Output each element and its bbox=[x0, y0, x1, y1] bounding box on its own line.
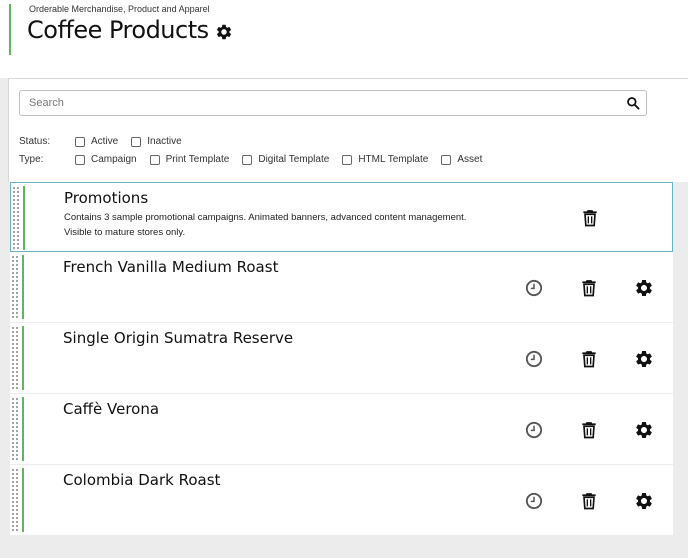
list-item-description-line: Contains 3 sample promotional campaigns.… bbox=[64, 212, 467, 223]
search-icon[interactable] bbox=[626, 96, 640, 110]
row-accent-bar bbox=[22, 255, 24, 319]
type-filter-label: Type: bbox=[19, 154, 44, 165]
list-item-promotions[interactable]: Promotions Contains 3 sample promotional… bbox=[10, 182, 673, 252]
drag-handle-icon[interactable] bbox=[12, 186, 20, 250]
type-option-html-template[interactable]: HTML Template bbox=[342, 154, 428, 165]
trash-icon[interactable] bbox=[579, 491, 599, 511]
gear-icon[interactable] bbox=[215, 23, 233, 41]
search-box bbox=[19, 90, 647, 116]
clock-icon[interactable] bbox=[524, 349, 544, 369]
type-asset-label: Asset bbox=[457, 154, 483, 165]
status-filter-label: Status: bbox=[19, 136, 51, 147]
row-accent-bar bbox=[22, 326, 24, 390]
type-digital-template-checkbox[interactable] bbox=[242, 154, 253, 165]
status-active-label: Active bbox=[91, 136, 119, 147]
status-inactive-checkbox[interactable] bbox=[131, 136, 142, 147]
search-input[interactable] bbox=[20, 91, 620, 115]
gear-icon[interactable] bbox=[634, 420, 654, 440]
type-option-digital-template[interactable]: Digital Template bbox=[242, 154, 329, 165]
status-inactive-label: Inactive bbox=[147, 136, 182, 147]
clock-icon[interactable] bbox=[524, 420, 544, 440]
gear-icon[interactable] bbox=[634, 349, 654, 369]
type-print-template-checkbox[interactable] bbox=[149, 154, 160, 165]
header-accent-bar bbox=[9, 4, 11, 55]
filter-panel: Status: Active Inactive Type: Campaign P… bbox=[8, 78, 688, 182]
gear-icon[interactable] bbox=[634, 278, 654, 298]
drag-handle-icon[interactable] bbox=[11, 326, 19, 390]
type-html-template-label: HTML Template bbox=[358, 154, 429, 165]
status-option-active[interactable]: Active bbox=[75, 136, 118, 147]
status-option-inactive[interactable]: Inactive bbox=[131, 136, 182, 147]
type-print-template-label: Print Template bbox=[165, 154, 230, 165]
list-item-colombia[interactable]: Colombia Dark Roast bbox=[10, 465, 673, 536]
list-item-title: Caffè Verona bbox=[63, 400, 160, 418]
drag-handle-icon[interactable] bbox=[11, 255, 19, 319]
trash-icon[interactable] bbox=[579, 349, 599, 369]
drag-handle-icon[interactable] bbox=[11, 468, 19, 532]
page: Orderable Merchandise, Product and Appar… bbox=[0, 0, 688, 558]
gear-icon[interactable] bbox=[634, 491, 654, 511]
list-item-sumatra[interactable]: Single Origin Sumatra Reserve bbox=[10, 323, 673, 394]
page-title: Coffee Products bbox=[27, 16, 209, 44]
type-option-campaign[interactable]: Campaign bbox=[75, 154, 137, 165]
type-digital-template-label: Digital Template bbox=[258, 154, 330, 165]
status-active-checkbox[interactable] bbox=[75, 136, 85, 147]
list-item-title: French Vanilla Medium Roast bbox=[63, 258, 279, 276]
type-option-print-template[interactable]: Print Template bbox=[149, 154, 230, 165]
list-item-description: Contains 3 sample promotional campaigns.… bbox=[64, 210, 504, 240]
list-item-title: Colombia Dark Roast bbox=[63, 471, 221, 489]
trash-icon[interactable] bbox=[580, 208, 600, 228]
drag-handle-icon[interactable] bbox=[11, 397, 19, 461]
type-filter-row: Type: Campaign Print Template Digital Te… bbox=[19, 154, 495, 165]
type-campaign-label: Campaign bbox=[91, 154, 137, 165]
trash-icon[interactable] bbox=[579, 278, 599, 298]
list-item-title: Promotions bbox=[64, 189, 149, 207]
product-list: Promotions Contains 3 sample promotional… bbox=[10, 182, 673, 536]
type-campaign-checkbox[interactable] bbox=[75, 154, 85, 165]
type-option-asset[interactable]: Asset bbox=[441, 154, 482, 165]
row-accent-bar bbox=[23, 186, 25, 250]
status-filter-row: Status: Active Inactive bbox=[19, 136, 195, 147]
type-asset-checkbox[interactable] bbox=[441, 154, 452, 165]
clock-icon[interactable] bbox=[524, 278, 544, 298]
trash-icon[interactable] bbox=[579, 420, 599, 440]
page-subtitle: Orderable Merchandise, Product and Appar… bbox=[29, 4, 210, 14]
list-item-title: Single Origin Sumatra Reserve bbox=[63, 329, 294, 347]
clock-icon[interactable] bbox=[524, 491, 544, 511]
list-item-caffe-verona[interactable]: Caffè Verona bbox=[10, 394, 673, 465]
row-accent-bar bbox=[22, 397, 24, 461]
list-item-french-vanilla[interactable]: French Vanilla Medium Roast bbox=[10, 252, 673, 323]
row-accent-bar bbox=[22, 468, 24, 532]
page-header: Orderable Merchandise, Product and Appar… bbox=[0, 0, 688, 78]
page-title-group: Coffee Products bbox=[27, 16, 233, 44]
list-item-description-line: Visible to mature stores only. bbox=[64, 227, 186, 238]
type-html-template-checkbox[interactable] bbox=[342, 154, 353, 165]
